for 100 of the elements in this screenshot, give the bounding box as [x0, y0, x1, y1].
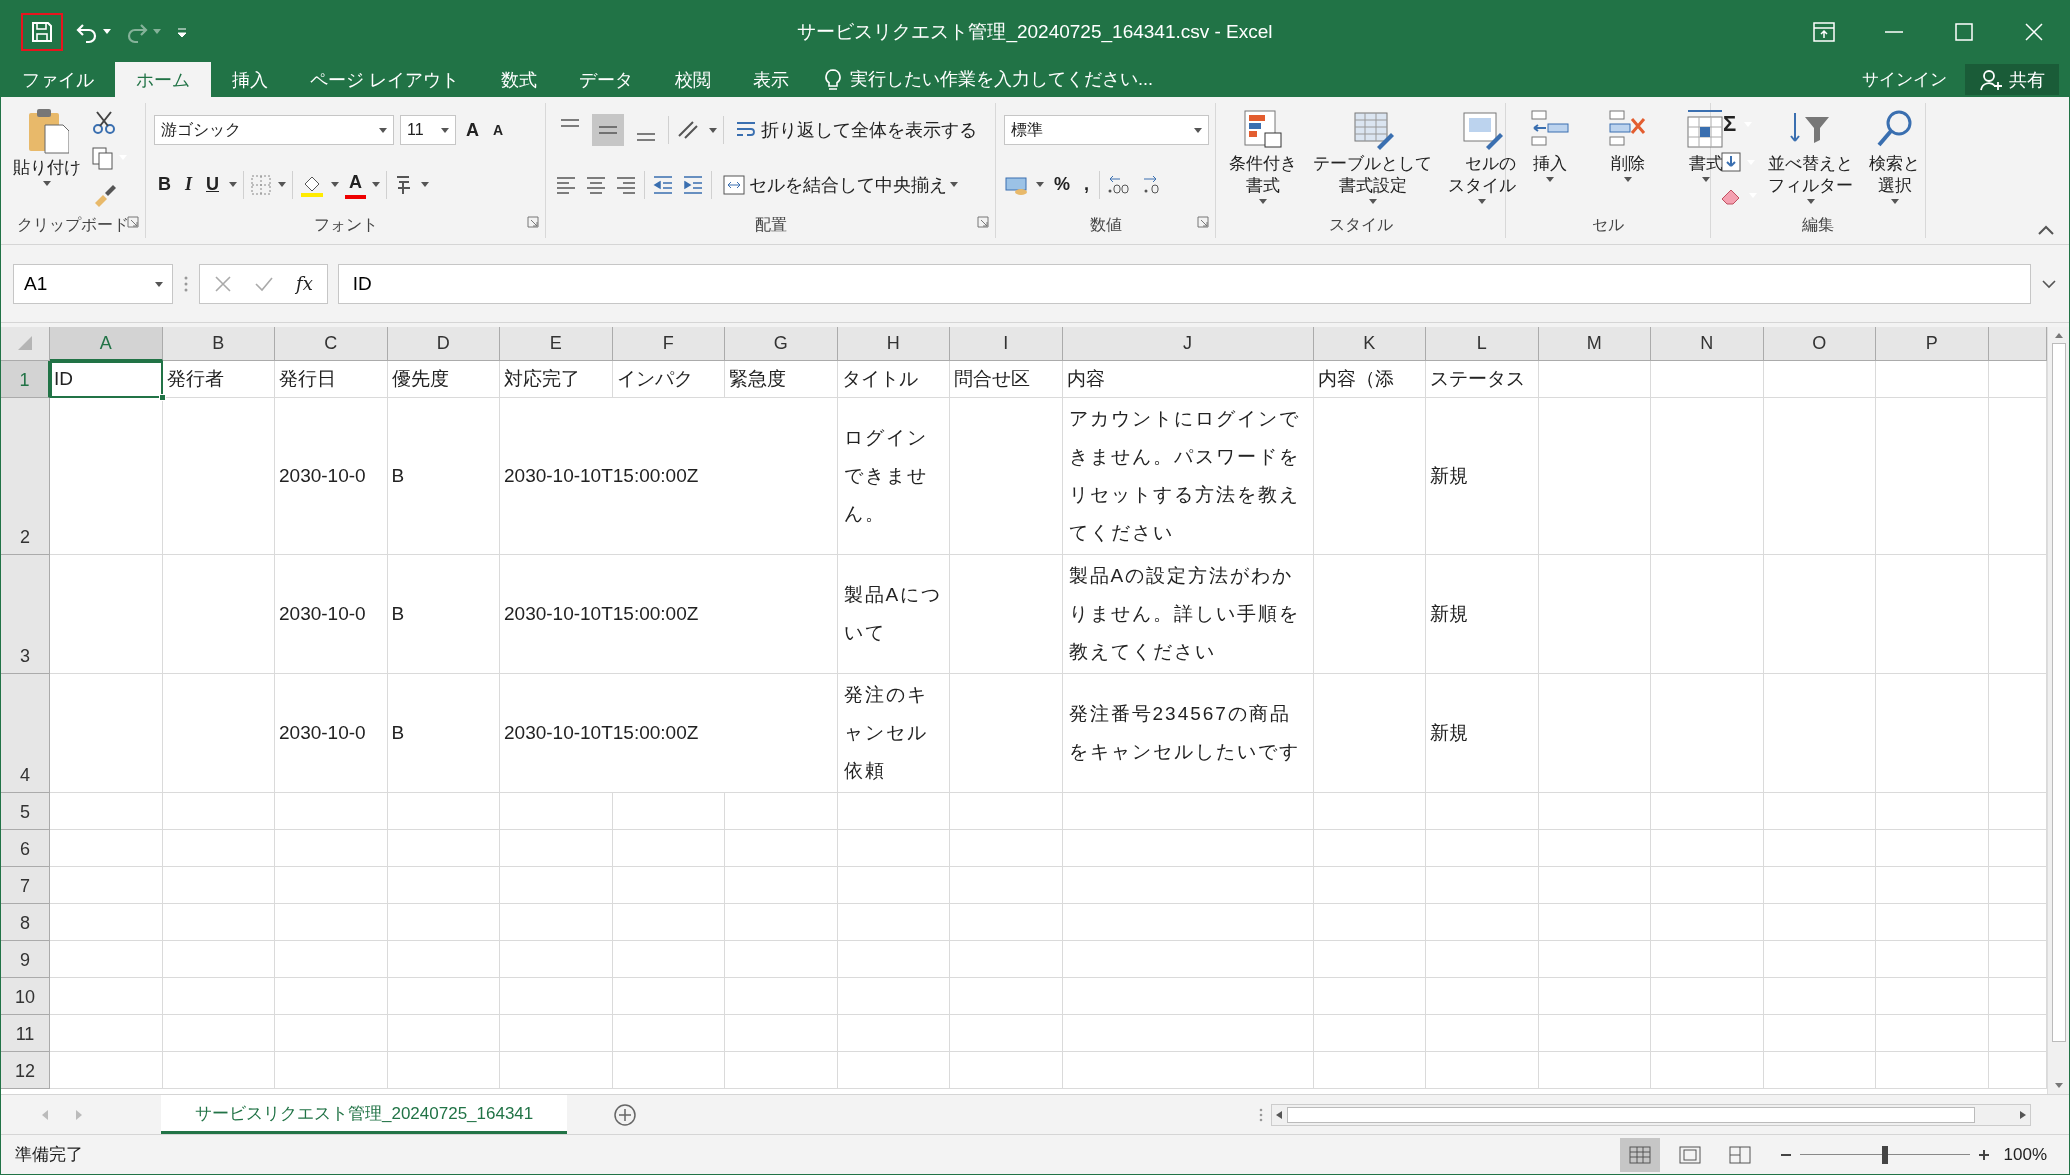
tell-me-field[interactable]: 実行したい作業を入力してください...: [848, 68, 1168, 91]
share-button[interactable]: 共有: [1965, 64, 2059, 95]
column-header[interactable]: M: [1538, 327, 1651, 361]
column-header[interactable]: A: [50, 327, 163, 361]
column-header[interactable]: F: [612, 327, 725, 361]
table-cell: 2030-10-10T15:00:00Z: [500, 555, 838, 674]
grow-font-button[interactable]: A: [462, 114, 483, 147]
column-header[interactable]: K: [1313, 327, 1426, 361]
ribbon-tab[interactable]: 挿入: [211, 62, 289, 97]
ribbon-tab[interactable]: 数式: [480, 62, 558, 97]
vertical-scrollbar[interactable]: [2047, 327, 2069, 1094]
copy-icon: [91, 145, 115, 170]
font-color-button[interactable]: A: [345, 170, 366, 199]
insert-function-button[interactable]: fx: [296, 273, 313, 294]
font-size-field[interactable]: 11: [400, 115, 456, 146]
scroll-thumb[interactable]: [2051, 343, 2066, 1042]
shrink-font-button[interactable]: A: [489, 114, 508, 147]
ribbon-tab[interactable]: ページ レイアウト: [289, 62, 480, 97]
table-cell: ログインできません。: [837, 398, 950, 555]
table-cell: 優先度: [387, 361, 500, 398]
caret-icon: [1368, 199, 1377, 204]
sheet-tab[interactable]: サービスリクエスト管理_20240725_164341: [161, 1095, 568, 1134]
ribbon-tab[interactable]: ホーム: [115, 62, 211, 97]
row-header[interactable]: 5: [1, 793, 50, 830]
row-header[interactable]: 12: [1, 1052, 50, 1089]
styles-button[interactable]: セルのスタイル: [1443, 103, 1521, 212]
row-header[interactable]: 7: [1, 867, 50, 904]
table-cell: [1988, 1015, 2047, 1052]
column-header[interactable]: L: [1426, 327, 1539, 361]
wrap-text-button[interactable]: 折り返して全体を表示する: [730, 114, 981, 147]
table-cell: B: [387, 674, 500, 793]
column-header[interactable]: C: [275, 327, 388, 361]
italic-button[interactable]: I: [181, 168, 196, 201]
scroll-thumb[interactable]: [1287, 1106, 1975, 1123]
row-header[interactable]: 6: [1, 830, 50, 867]
save-button[interactable]: [23, 14, 61, 49]
zoom-thumb[interactable]: [1881, 1145, 1888, 1164]
column-header[interactable]: D: [387, 327, 500, 361]
group-label: 配置: [754, 214, 787, 235]
font-name-field[interactable]: 游ゴシック: [154, 115, 394, 146]
table-cell: 製品Aの設定方法がわかりません。詳しい手順を教えてください: [1062, 555, 1314, 674]
caret-icon: [709, 127, 717, 133]
ribbon-tab[interactable]: データ: [558, 62, 654, 97]
horizontal-scrollbar[interactable]: [1271, 1103, 2031, 1126]
caret-icon: [1702, 177, 1710, 182]
column-header[interactable]: G: [725, 327, 838, 361]
zoom-level[interactable]: 100%: [2003, 1144, 2047, 1165]
table-cell: 2030-10-0: [275, 398, 388, 555]
conditional-format-icon: [1241, 107, 1285, 151]
styles-button[interactable]: テーブルとして書式設定: [1308, 103, 1437, 212]
row-header[interactable]: 10: [1, 978, 50, 1015]
column-header[interactable]: B: [162, 327, 275, 361]
column-header[interactable]: N: [1651, 327, 1764, 361]
column-header[interactable]: E: [500, 327, 613, 361]
column-header[interactable]: J: [1062, 327, 1314, 361]
column-header[interactable]: P: [1876, 327, 1989, 361]
bold-button[interactable]: B: [154, 168, 175, 201]
percent-button[interactable]: %: [1050, 168, 1074, 201]
vertical-align-button[interactable]: [592, 114, 624, 147]
comma-button[interactable]: ,: [1080, 168, 1094, 201]
underline-button[interactable]: U: [202, 168, 223, 201]
dialog-launcher-icon: [127, 216, 139, 228]
align-lines-icon: [598, 126, 618, 135]
ribbon-tab[interactable]: 表示: [732, 62, 810, 97]
ribbon-tab[interactable]: 校閲: [654, 62, 732, 97]
row-header[interactable]: 8: [1, 904, 50, 941]
table-cell: [1988, 793, 2047, 830]
styles-button[interactable]: 条件付き書式: [1224, 103, 1302, 212]
row-header[interactable]: 9: [1, 941, 50, 978]
editing-button[interactable]: 検索と選択: [1864, 103, 1925, 212]
table-cell: 製品Aについて: [837, 555, 950, 674]
normal-view-icon: [1628, 1145, 1651, 1164]
paste-button[interactable]: 貼り付け: [9, 103, 85, 212]
caret-icon: [1194, 127, 1202, 133]
collapse-ribbon-icon: [2037, 224, 2055, 236]
name-box-field[interactable]: A1: [13, 263, 173, 304]
view-button[interactable]: [1619, 1137, 1660, 1172]
column-header[interactable]: I: [950, 327, 1063, 361]
person-plus-icon: [1979, 67, 2003, 92]
fill-handle[interactable]: [158, 394, 166, 401]
sign-in-link[interactable]: サインイン: [1862, 68, 1947, 91]
editing-button[interactable]: 並べ替えとフィルター: [1763, 103, 1858, 212]
table-cell: [1988, 867, 2047, 904]
caret-icon: [1478, 199, 1486, 204]
formula-field[interactable]: ID: [337, 263, 2031, 304]
row-header[interactable]: 11: [1, 1015, 50, 1052]
column-header[interactable]: O: [1763, 327, 1876, 361]
row-header[interactable]: 4: [1, 674, 50, 793]
table-cell: 2030-10-10T15:00:00Z: [500, 674, 838, 793]
merge-center-button[interactable]: セルを結合して中央揃え: [718, 168, 962, 201]
table-cell: 2030-10-0: [275, 674, 388, 793]
row-header[interactable]: 1: [1, 361, 50, 398]
merge-cells-icon: [722, 172, 746, 197]
ribbon-tab[interactable]: ファイル: [1, 62, 115, 97]
row-header[interactable]: 3: [1, 555, 50, 674]
number-format-field[interactable]: 標準: [1004, 115, 1209, 146]
row-header[interactable]: 2: [1, 398, 50, 555]
column-header[interactable]: H: [837, 327, 950, 361]
cells-button[interactable]: 削除: [1592, 103, 1664, 212]
autosum-button[interactable]: Σ: [1719, 108, 1741, 141]
